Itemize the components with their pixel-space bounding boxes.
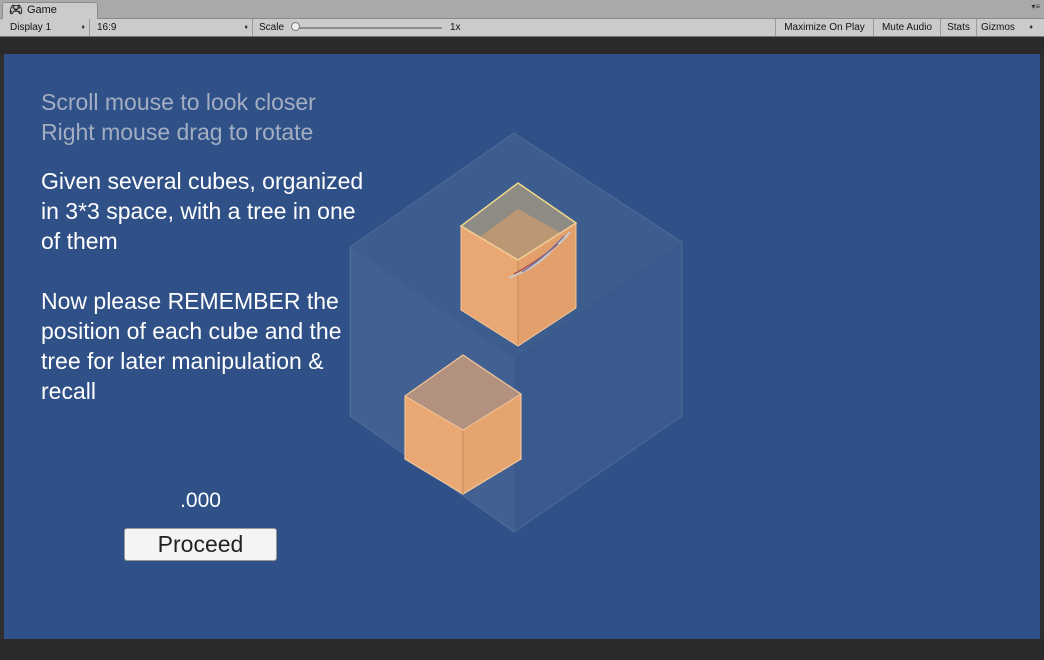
display-select[interactable]: Display 1 [6,19,90,36]
hint-line: Scroll mouse to look closer [41,89,316,115]
unity-game-icon: 🎮︎ [9,4,23,16]
scale-value-label: 1x [450,22,461,33]
aspect-ratio-select[interactable]: 16:9 [93,19,253,36]
proceed-button[interactable]: Proceed [124,528,277,561]
aspect-ratio-label: 16:9 [97,22,117,33]
letterbox-top [0,37,1044,54]
stats-button[interactable]: Stats [941,19,977,36]
scale-slider-track[interactable] [296,27,442,29]
game-viewport[interactable]: Scroll mouse to look closer Right mouse … [4,54,1040,639]
scale-value: 1x [446,19,476,36]
tab-menu-icon[interactable]: ▾≡ [1031,2,1040,11]
display-select-label: Display 1 [10,22,52,33]
instruction-paragraph: Now please REMEMBER the position of each… [41,288,342,404]
timer-display: .000 [180,489,221,512]
task-instructions: Given several cubes, organized in 3*3 sp… [41,166,371,436]
scale-slider-thumb[interactable] [291,22,300,31]
letterbox-bottom [0,639,1044,660]
stats-label: Stats [947,22,970,33]
maximize-on-play-button[interactable]: Maximize On Play [775,19,874,36]
mute-audio-button[interactable]: Mute Audio [874,19,941,36]
maximize-on-play-label: Maximize On Play [784,22,865,33]
game-tab-label: Game [26,4,57,16]
hint-line: Right mouse drag to rotate [41,119,314,145]
control-hints: Scroll mouse to look closer Right mouse … [41,87,441,147]
instruction-paragraph: Given several cubes, organized in 3*3 sp… [41,168,364,254]
game-view-toolbar: Display 1 16:9 Scale 1x Maximize On Play… [0,19,1044,37]
game-tab[interactable]: 🎮︎ Game [2,2,98,19]
gizmos-dropdown[interactable]: Gizmos [977,19,1037,36]
scale-label: Scale [259,22,285,33]
editor-tab-bar: 🎮︎ Game ▾≡ [0,0,1044,19]
gizmos-label: Gizmos [981,22,1015,33]
mute-audio-label: Mute Audio [881,22,933,33]
